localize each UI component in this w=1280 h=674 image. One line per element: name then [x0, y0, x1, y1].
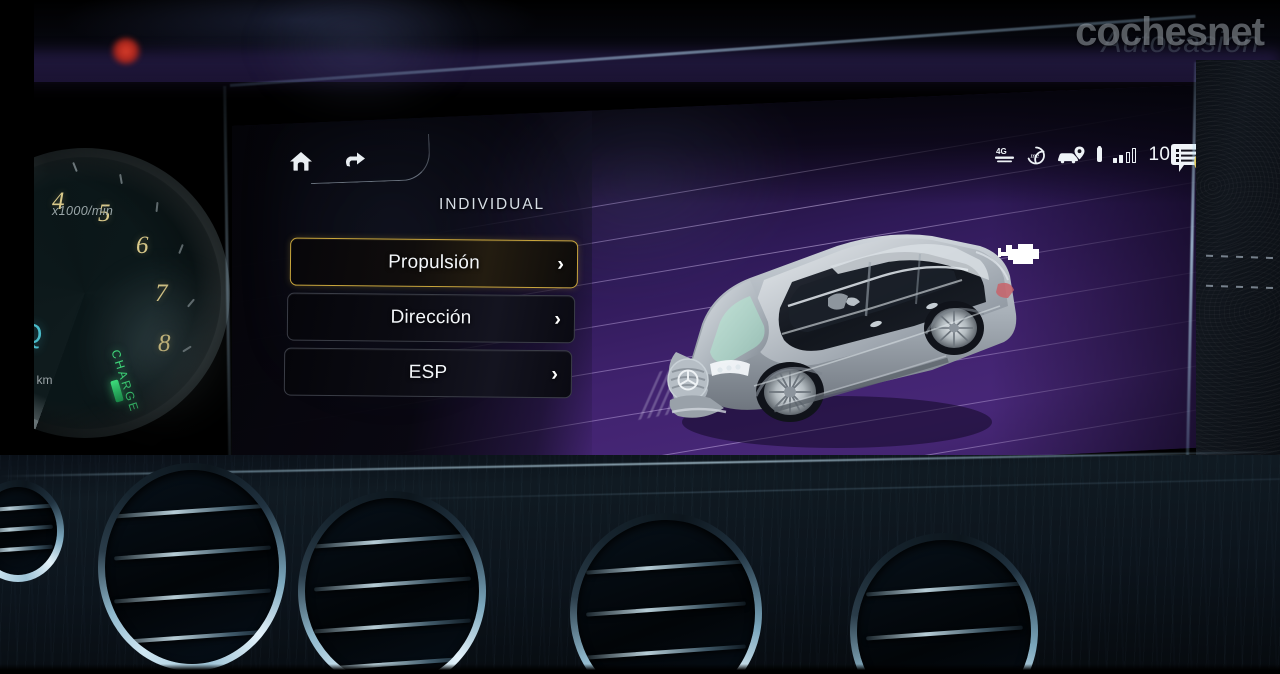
dashboard-lower — [0, 450, 1280, 674]
chevron-right-icon: › — [557, 253, 565, 276]
tach-number: 7 — [155, 280, 168, 307]
lens-flare-halo — [250, 0, 470, 120]
red-light-reflection — [110, 37, 142, 65]
svg-text:me: me — [1030, 151, 1039, 160]
leather-grain — [1196, 60, 1280, 480]
air-vent-center-left[interactable] — [98, 463, 286, 671]
dashboard-photo: 4 5 6 7 8 x1000/min EQ CHARGE 0 km 1/2 — [0, 0, 1280, 674]
menu-item-propulsion[interactable]: Propulsión › — [289, 237, 579, 289]
home-icon — [288, 149, 314, 178]
menu-item-label: Dirección — [390, 306, 472, 329]
signal-bars-icon — [1112, 147, 1137, 163]
leather-trim-right — [1196, 60, 1280, 480]
cowl-glow — [0, 52, 1280, 92]
mode-title: INDIVIDUAL — [439, 196, 545, 213]
menu-item-label: Propulsión — [388, 251, 480, 274]
chevron-right-icon: › — [554, 308, 562, 331]
tach-unit-label: x1000/min — [52, 204, 114, 218]
instrument-cluster: 4 5 6 7 8 x1000/min EQ CHARGE 0 km 1/2 — [0, 148, 250, 448]
home-button[interactable] — [284, 146, 318, 180]
back-button[interactable] — [337, 144, 371, 178]
watermark-text: cochesnet — [1075, 10, 1265, 54]
back-arrow-icon — [340, 147, 368, 176]
central-infotainment-display[interactable]: 4G me INDIVIDUAL Propulsión › Dirección … — [232, 84, 1220, 496]
menu-item-label: ESP — [408, 361, 448, 384]
tach-number: 8 — [158, 330, 171, 357]
mercedes-e-class-sedan-render — [632, 174, 1052, 464]
me-connect-icon: me — [1025, 145, 1047, 165]
svg-text:4G: 4G — [996, 147, 1007, 156]
4g-signal-icon: 4G — [994, 145, 1016, 165]
fuel-level-icon — [1095, 145, 1104, 165]
engine-icon — [997, 236, 1045, 272]
car-location-icon — [1056, 145, 1086, 165]
chevron-right-icon: › — [551, 363, 559, 386]
tach-number: 6 — [136, 232, 149, 259]
menu-item-direccion[interactable]: Dirección › — [286, 292, 576, 344]
menu-item-esp[interactable]: ESP › — [283, 347, 573, 399]
dashboard-bottom-shadow — [0, 664, 1280, 674]
watermark: cochesnet — [1075, 10, 1265, 55]
odometer-unit: km — [36, 373, 53, 387]
left-frame-edge — [0, 0, 34, 496]
settings-menu-list: Propulsión › Dirección › ESP › — [283, 237, 579, 404]
